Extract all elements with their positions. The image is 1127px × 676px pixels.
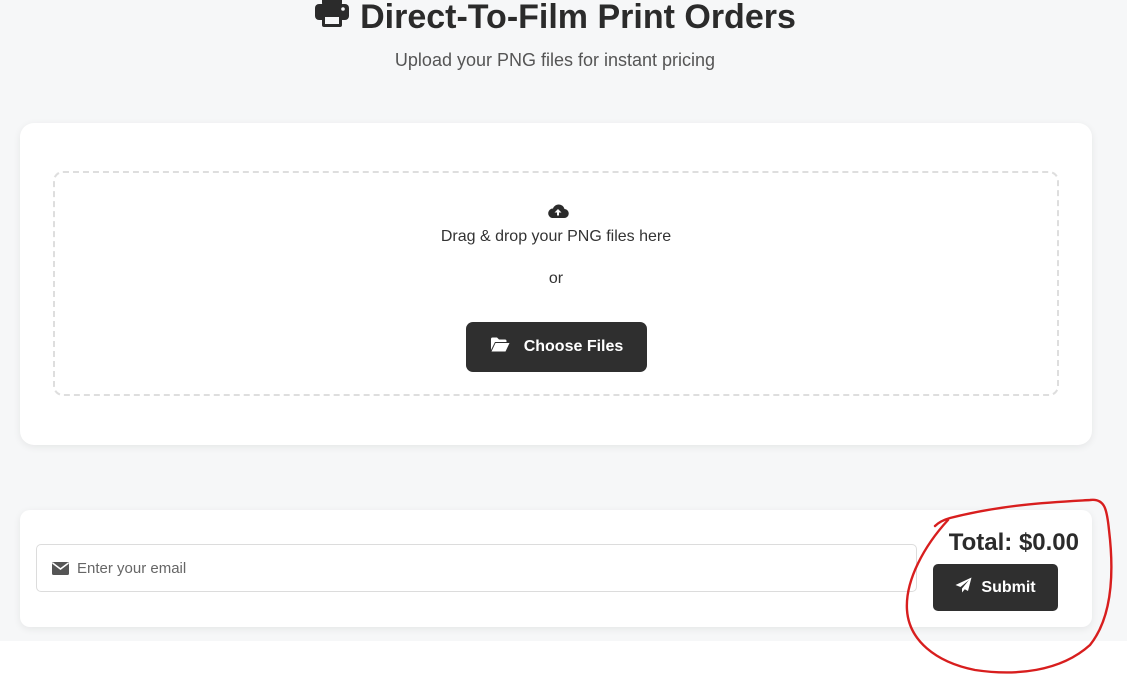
submit-button[interactable]: Submit	[933, 564, 1058, 611]
submit-label: Submit	[981, 578, 1036, 596]
paper-plane-icon	[955, 577, 972, 598]
envelope-icon	[52, 562, 69, 575]
order-card: Total: $0.00 Submit	[20, 510, 1092, 627]
printer-icon	[314, 0, 350, 38]
upload-card: Drag & drop your PNG files here or Choos…	[20, 123, 1092, 445]
email-field[interactable]	[36, 544, 917, 592]
page-subtitle: Upload your PNG files for instant pricin…	[394, 50, 716, 70]
email-input[interactable]	[77, 545, 907, 591]
file-dropzone[interactable]: Drag & drop your PNG files here or Choos…	[53, 171, 1059, 396]
order-total: Total: $0.00	[948, 529, 1079, 556]
page-title-text: Direct-To-Film Print Orders	[360, 0, 796, 36]
page-title: Direct-To-Film Print Orders	[0, 0, 1110, 38]
cloud-upload-icon	[547, 203, 569, 219]
folder-open-icon	[490, 337, 510, 357]
choose-files-label: Choose Files	[523, 338, 624, 355]
choose-files-button[interactable]: Choose Files	[466, 322, 647, 372]
drop-instruction: Drag & drop your PNG files here	[440, 228, 672, 245]
or-separator: or	[548, 270, 564, 287]
